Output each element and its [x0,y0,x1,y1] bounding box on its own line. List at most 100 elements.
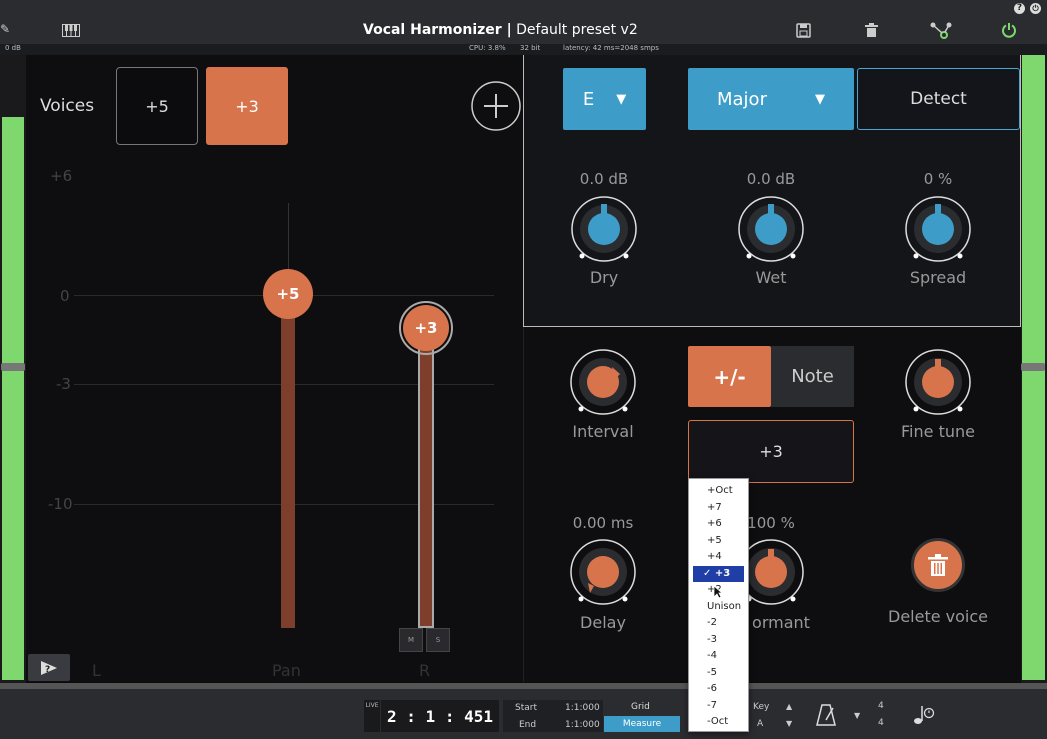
interval-dropdown-menu: +Oct +7 +6 +5 +4 ✓ +3 +2 Unison -2 -3 -4… [688,478,749,732]
delete-voice-button[interactable] [911,538,965,592]
save-icon[interactable] [796,23,811,38]
harmonizer-window: ? ⏻ ✎ Vocal Harmonizer | Default preset … [0,0,1047,739]
metronome-icon[interactable] [816,704,836,726]
voice-tab-plus3[interactable]: +3 [206,67,288,145]
add-voice-icon[interactable] [470,80,522,132]
fine-tune-label: Fine tune [901,422,975,441]
menu-item-minus-oct[interactable]: -Oct [689,714,748,731]
voice2-fader-ring[interactable]: +3 [399,301,453,355]
voices-label: Voices [40,96,95,116]
dry-label: Dry [589,268,619,287]
menu-item-minus3[interactable]: -3 [689,632,748,649]
pencil-icon[interactable]: ✎ [0,22,10,36]
scale-dropdown-arrow-icon: ▼ [814,91,825,107]
menu-item-plus7[interactable]: +7 [689,500,748,517]
voice1-fader-bar [281,295,295,628]
wet-knob[interactable] [736,194,806,264]
voice2-fader-handle[interactable]: +3 [403,305,449,351]
metronome-dropdown-icon[interactable]: ▼ [854,711,860,720]
menu-item-minus5[interactable]: -5 [689,665,748,682]
solo-button[interactable]: S [426,628,450,652]
menu-item-minus2[interactable]: -2 [689,615,748,632]
wet-value: 0.0 dB [746,170,796,188]
latency-readout: latency: 42 ms=2048 smps [563,44,659,52]
wet-label: Wet [755,268,787,287]
help-icon[interactable]: ? [1014,3,1025,14]
time-sig-bottom[interactable]: 4 [878,718,884,728]
end-label: End [519,720,537,730]
mouse-cursor-icon [713,585,723,599]
play-help-icon: ? [41,660,57,675]
trash-icon [928,554,948,576]
expand-button[interactable]: ? [28,654,70,681]
voice1-fader-handle[interactable]: +5 [263,269,313,319]
delay-value: 0.00 ms [572,514,634,532]
voice-tab-plus5[interactable]: +5 [116,67,198,145]
preset-name[interactable]: Default preset v2 [516,22,638,38]
grid-measure-button[interactable]: Measure [604,716,680,732]
position-display[interactable]: 2 : 1 : 451 [381,700,499,732]
menu-item-plus3-label: +3 [714,567,731,579]
menu-item-plus6[interactable]: +6 [689,516,748,533]
input-meter-handle[interactable] [1,363,25,371]
piano-icon[interactable] [62,24,80,37]
interval-knob[interactable] [568,347,638,417]
spread-value: 0 % [923,170,953,188]
key-select[interactable]: E ▼ [563,68,646,130]
interval-menu-list: +Oct +7 +6 +5 +4 ✓ +3 +2 Unison -2 -3 -4… [689,479,748,731]
plugin-name: Vocal Harmonizer | [363,22,512,38]
scale-label-0: 0 [60,287,70,305]
menu-item-plus3-selected[interactable]: ✓ +3 [693,565,744,582]
mode-note-button[interactable]: Note [771,346,854,407]
input-level-meter [2,117,24,680]
voice-edit-panel: Interval +/- Note +3 Fine tune 0.00 ms D… [524,327,1021,682]
global-panel: E ▼ Major ▼ Detect 0.0 dB 0.0 dB 0 % Dry… [523,55,1021,327]
delay-label: Delay [580,613,626,632]
start-value[interactable]: 1:1:000 [565,703,600,713]
menu-item-plus5[interactable]: +5 [689,533,748,550]
end-value[interactable]: 1:1:000 [565,720,600,730]
live-indicator[interactable]: LIVE [364,700,380,732]
voice2-fader-bar [418,325,434,628]
transport-bar: LIVE 2 : 1 : 451 Start End 1:1:000 1:1:0… [0,689,1047,739]
dry-knob[interactable] [569,194,639,264]
meter-db-label: 0 dB [5,44,21,52]
pan-center-label: Pan [272,661,301,680]
menu-item-minus4[interactable]: -4 [689,648,748,665]
routing-icon[interactable] [930,22,952,39]
delay-knob[interactable] [568,537,638,607]
key-value: E [582,88,595,110]
scale-select[interactable]: Major ▼ [688,68,854,130]
power-icon[interactable]: ⏻ [1030,3,1041,14]
mode-interval-button[interactable]: +/- [688,346,771,407]
plugin-title: Vocal Harmonizer | Default preset v2 [363,22,638,38]
scale-label-minus3: -3 [56,375,71,393]
trash-icon[interactable] [865,23,878,38]
mute-button[interactable]: M [399,628,423,652]
grid-label: Grid [631,702,650,712]
spread-knob[interactable] [903,194,973,264]
start-label: Start [515,703,537,713]
dry-value: 0.0 dB [579,170,629,188]
key-down-icon[interactable]: ▼ [786,719,792,728]
time-sig-top[interactable]: 4 [878,701,884,711]
voices-panel: Voices +5 +3 +6 0 -3 -10 +5 +3 M S L Pan… [26,55,524,682]
key-value[interactable]: A [757,719,763,729]
menu-item-minus7[interactable]: -7 [689,698,748,715]
menu-item-plus4[interactable]: +4 [689,549,748,566]
key-up-icon[interactable]: ▲ [786,702,792,711]
scale-value: Major [717,88,767,110]
delete-voice-label: Delete voice [888,607,988,626]
output-meter-handle[interactable] [1021,363,1045,371]
fine-tune-knob[interactable] [903,347,973,417]
menu-item-plus-oct[interactable]: +Oct [689,483,748,500]
bypass-power-icon[interactable] [1001,22,1017,38]
menu-item-minus6[interactable]: -6 [689,681,748,698]
scale-label-minus10: -10 [48,495,73,513]
menu-item-unison[interactable]: Unison [689,599,748,616]
note-timer-icon[interactable] [913,704,935,726]
spread-label: Spread [909,268,967,287]
range-box: Start End 1:1:000 1:1:000 [503,700,603,732]
interval-select[interactable]: +3 [688,420,854,483]
detect-button[interactable]: Detect [857,68,1020,130]
